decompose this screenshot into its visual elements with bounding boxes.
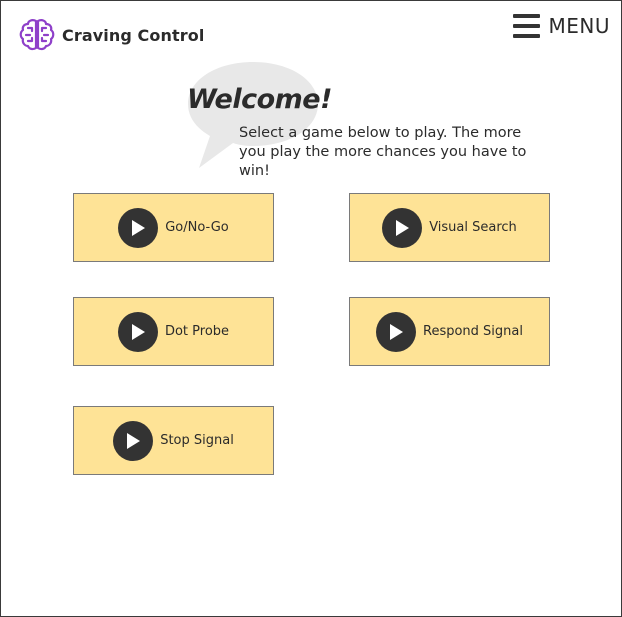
hamburger-icon (512, 14, 540, 38)
play-icon (118, 207, 159, 248)
play-icon (113, 420, 154, 461)
game-button-go-no-go[interactable]: Go/No-Go (73, 193, 274, 262)
app-title: Craving Control (62, 25, 205, 45)
play-icon (376, 311, 416, 352)
game-button-visual-search[interactable]: Visual Search (349, 193, 550, 262)
game-button-stop-signal[interactable]: Stop Signal (73, 406, 274, 475)
welcome-message: Select a game below to play. The more yo… (239, 125, 527, 179)
brain-icon (19, 19, 55, 51)
play-icon (117, 311, 158, 352)
game-label: Go/No-Go (165, 220, 229, 235)
game-label: Visual Search (429, 220, 517, 235)
game-label: Dot Probe (164, 324, 230, 339)
play-icon (382, 207, 423, 248)
brand[interactable]: Craving Control (19, 17, 204, 53)
game-label: Respond Signal (423, 324, 523, 339)
menu-button[interactable]: MENU (512, 13, 611, 39)
game-label: Stop Signal (160, 433, 234, 448)
game-button-respond-signal[interactable]: Respond Signal (349, 297, 550, 366)
welcome-title: Welcome! (187, 84, 332, 115)
game-button-dot-probe[interactable]: Dot Probe (73, 297, 274, 366)
menu-label: MENU (548, 14, 610, 38)
